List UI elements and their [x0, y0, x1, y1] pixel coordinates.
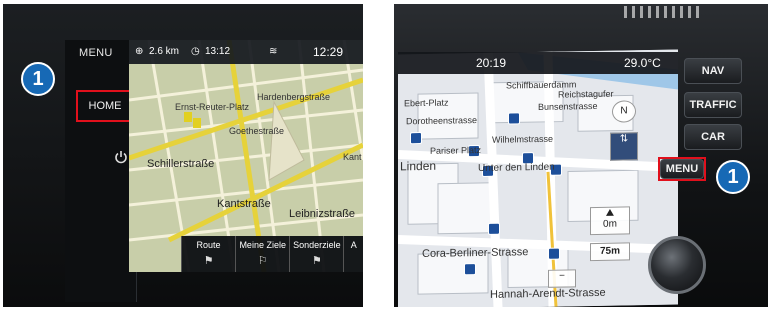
scale-readout: 75m: [590, 242, 630, 262]
map-street-label: Hannah-Arendt-Strasse: [490, 286, 606, 301]
clock-icon: ◷: [191, 46, 200, 57]
power-icon: [115, 151, 127, 164]
zoom-out-button[interactable]: −: [548, 269, 576, 288]
map-street-label: Kantstraße: [217, 198, 271, 210]
rotary-knob[interactable]: [648, 236, 706, 294]
map-street-label: Goethestraße: [229, 126, 285, 136]
distance-readout: 2.6 km: [149, 46, 180, 57]
map-street-label: Leibnizstraße: [289, 208, 356, 220]
map-street-label: Pariser Platz: [430, 144, 482, 156]
poi-marker[interactable]: [548, 247, 560, 260]
meine-ziele-button-label: Meine Ziele: [239, 240, 286, 250]
right-status-bar: 20:19 29.0°C: [398, 52, 678, 74]
poi-marker[interactable]: [488, 222, 500, 235]
menu-hardware-button[interactable]: MENU: [79, 47, 113, 59]
callout-badge-left: 1: [21, 62, 55, 96]
nav-hardware-button[interactable]: NAV: [684, 58, 742, 84]
left-soft-button-bar: Route ⚑ Meine Ziele ⚐ Sonderziele ⚑ A: [181, 236, 363, 272]
poi-marker[interactable]: [464, 263, 476, 276]
map-street-label: Ernst-Reuter-Platz: [175, 102, 250, 112]
elevation-readout: 0m: [603, 218, 617, 230]
vent-grille: [624, 6, 704, 18]
status-time: 20:19: [476, 56, 507, 70]
map-street-label: Reichstagufer: [558, 88, 614, 100]
overflow-button[interactable]: A: [343, 236, 363, 272]
right-photo: Schiffbauerdamm Reichstagufer Bunsenstra…: [394, 4, 768, 307]
map-street-label: Bunsenstrasse: [538, 100, 598, 112]
flag-icon: ⚑: [203, 255, 214, 267]
route-button-label: Route: [196, 240, 221, 250]
left-photo: MENU 1 HOME + − ◢ Ernst-Reu: [3, 4, 363, 307]
route-flag-icon: ⚐: [257, 255, 268, 267]
map-street-label: Linden: [400, 158, 437, 174]
poi-marker[interactable]: [410, 132, 422, 145]
traffic-hardware-button[interactable]: TRAFFIC: [684, 92, 742, 118]
callout-badge-right: 1: [716, 160, 750, 194]
right-map-screen[interactable]: Schiffbauerdamm Reichstagufer Bunsenstra…: [398, 49, 678, 307]
map-street-label: Cora-Berliner-Strasse: [422, 246, 529, 261]
poi-flag-icon: ⚑: [311, 255, 322, 267]
temperature-readout: 29.0°C: [624, 56, 661, 70]
map-street-label: Ebert-Platz: [404, 97, 449, 109]
map-street-label: Schillerstraße: [147, 158, 215, 170]
car-hardware-button[interactable]: CAR: [684, 124, 742, 150]
mountain-icon: ⛰: [605, 207, 615, 219]
map-street-label: Hardenbergstraße: [257, 92, 331, 102]
status-time: 12:29: [313, 45, 344, 59]
wifi-icon: ≋: [269, 46, 278, 57]
route-button[interactable]: Route ⚑: [181, 236, 235, 272]
overflow-button-label: A: [350, 240, 357, 250]
map-street-label: Wilhelmstrasse: [492, 133, 554, 145]
small-clock-readout: 13:12: [205, 46, 231, 57]
poi-marker[interactable]: [508, 112, 520, 125]
map-street-label: Dorotheenstrasse: [406, 115, 478, 127]
home-hardware-button[interactable]: HOME: [76, 90, 134, 122]
home-button-label: HOME: [88, 100, 122, 112]
menu-highlight-box: [658, 157, 706, 181]
map-street-label: Kant: [343, 152, 362, 162]
globe-icon: ⊕: [135, 46, 144, 57]
sonderziele-button[interactable]: Sonderziele ⚑: [289, 236, 343, 272]
view-toggle-button[interactable]: ⇅: [610, 132, 638, 161]
elevation-widget: ⛰ 0m: [590, 206, 630, 236]
meine-ziele-button[interactable]: Meine Ziele ⚐: [235, 236, 289, 272]
left-status-bar: ⊕ 2.6 km ◷ 13:12 ≋ 12:29: [129, 40, 363, 64]
sonderziele-button-label: Sonderziele: [293, 240, 341, 250]
map-street-label: Unter den Linden: [478, 161, 555, 175]
